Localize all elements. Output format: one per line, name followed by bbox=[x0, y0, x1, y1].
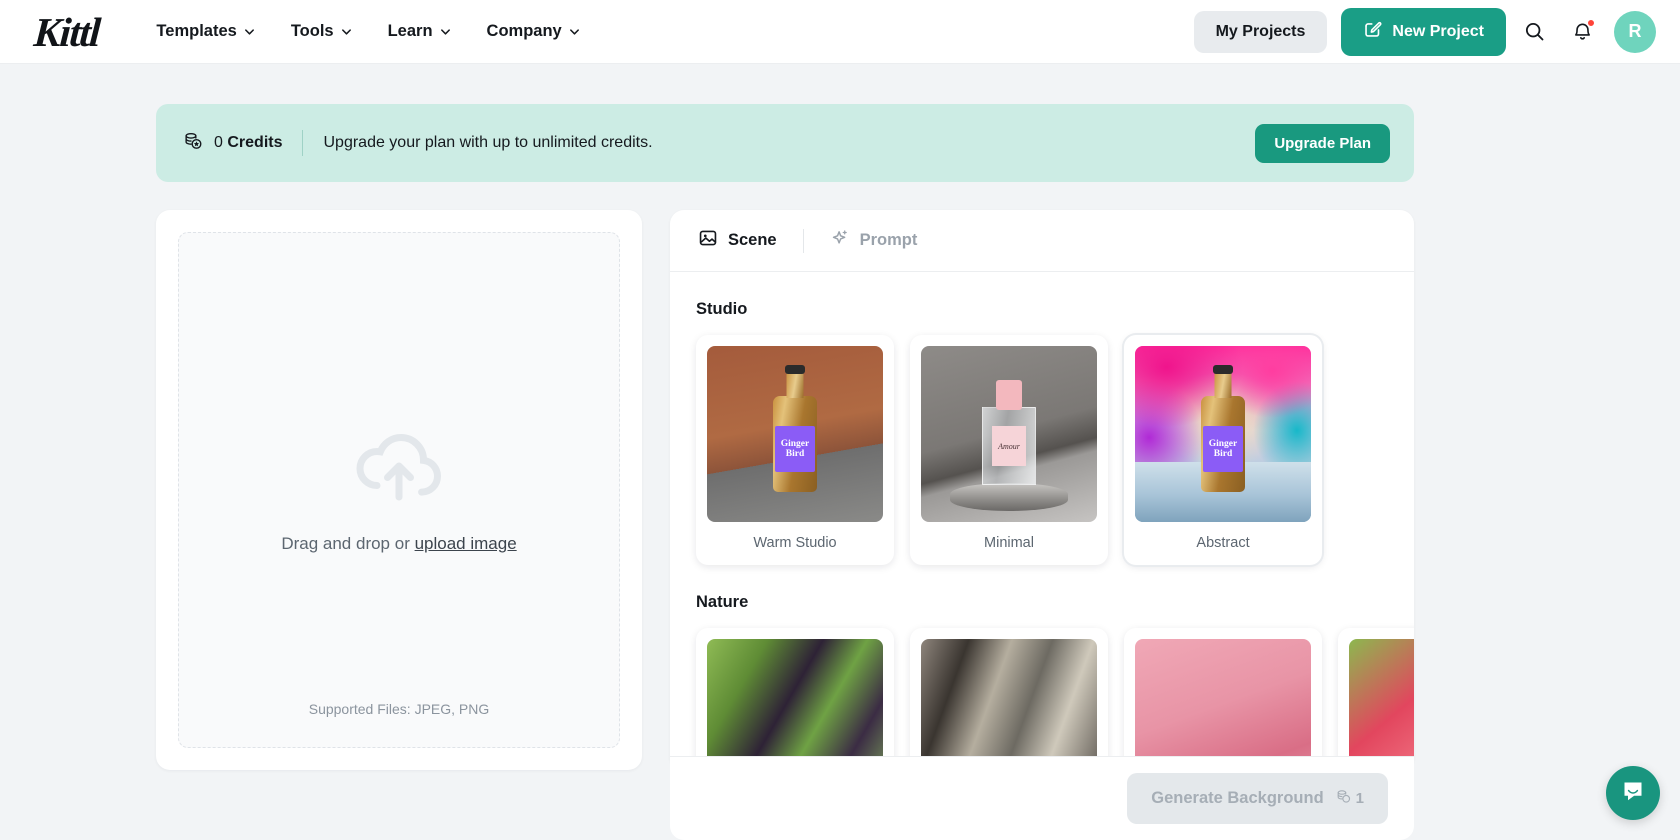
scene-panel: Scene Prompt Studio Ginger Bird Warm Stu… bbox=[670, 210, 1414, 770]
nav-label-company: Company bbox=[486, 22, 562, 40]
supported-files-text: Supported Files: JPEG, PNG bbox=[308, 701, 490, 717]
sparkle-icon bbox=[830, 228, 850, 253]
banner-message: Upgrade your plan with up to unlimited c… bbox=[323, 134, 653, 151]
chevron-down-icon bbox=[440, 26, 451, 37]
section-title-studio: Studio bbox=[696, 300, 748, 318]
generate-background-button[interactable]: Generate Background 1 bbox=[1127, 773, 1388, 824]
nature-card-row bbox=[696, 628, 1414, 770]
credits-count-label: 0 Credits bbox=[214, 134, 283, 151]
scene-thumbnail bbox=[707, 639, 883, 770]
nav-item-templates[interactable]: Templates bbox=[142, 13, 268, 50]
nav-item-learn[interactable]: Learn bbox=[374, 13, 465, 50]
edit-square-icon bbox=[1363, 20, 1382, 44]
tab-divider bbox=[802, 228, 804, 253]
image-dropzone[interactable]: Drag and drop or upload image Supported … bbox=[178, 232, 620, 748]
thumbnail-art: Amour bbox=[921, 346, 1097, 522]
header-actions: My Projects New Project R bbox=[1193, 7, 1656, 56]
dropzone-instruction: Drag and drop or upload image bbox=[281, 534, 516, 554]
generate-credit-cost: 1 bbox=[1335, 788, 1364, 809]
thumbnail-art bbox=[1135, 639, 1311, 770]
thumbnail-art: Ginger Bird bbox=[1135, 346, 1311, 522]
top-navigation-bar: Kittl Templates Tools Learn Company My P… bbox=[0, 0, 1680, 64]
credit-cost-value: 1 bbox=[1355, 790, 1364, 807]
nav-label-templates: Templates bbox=[156, 22, 237, 40]
scene-thumbnail: Amour bbox=[921, 346, 1097, 522]
scene-card-minimal[interactable]: Amour Minimal bbox=[910, 335, 1108, 565]
upload-image-link[interactable]: upload image bbox=[415, 534, 517, 553]
scene-card-label: Minimal bbox=[984, 535, 1034, 551]
scene-card-label: Warm Studio bbox=[753, 535, 837, 551]
banner-divider bbox=[302, 130, 304, 156]
coins-icon bbox=[1335, 788, 1352, 809]
bottle-label: Ginger Bird bbox=[1203, 426, 1243, 473]
perfume-label: Amour bbox=[992, 426, 1026, 467]
tab-scene[interactable]: Scene bbox=[696, 222, 779, 259]
nav-label-tools: Tools bbox=[290, 22, 334, 40]
my-projects-button[interactable]: My Projects bbox=[1193, 10, 1328, 53]
podium-graphic bbox=[950, 483, 1068, 512]
new-project-button[interactable]: New Project bbox=[1341, 7, 1506, 56]
image-icon bbox=[698, 228, 718, 253]
thumbnail-art bbox=[707, 639, 883, 770]
scene-card-nature-1[interactable] bbox=[696, 628, 894, 770]
cloud-upload-icon bbox=[351, 427, 447, 512]
credits-info: 0 Credits bbox=[182, 130, 282, 157]
tab-prompt-label: Prompt bbox=[859, 231, 918, 249]
upload-panel: Drag and drop or upload image Supported … bbox=[156, 210, 642, 770]
scene-thumbnail bbox=[1349, 639, 1414, 770]
chevron-down-icon bbox=[341, 26, 352, 37]
main-nav: Templates Tools Learn Company bbox=[142, 13, 593, 50]
notification-dot bbox=[1587, 18, 1595, 27]
scene-card-nature-4[interactable] bbox=[1338, 628, 1414, 770]
scene-thumbnail bbox=[921, 639, 1097, 770]
tab-scene-label: Scene bbox=[728, 231, 777, 249]
scene-card-nature-2[interactable] bbox=[910, 628, 1108, 770]
chevron-down-icon bbox=[244, 26, 255, 37]
scene-thumbnail bbox=[1135, 639, 1311, 770]
bottle-label: Ginger Bird bbox=[775, 426, 815, 473]
drag-and-drop-text: Drag and drop or bbox=[281, 533, 415, 553]
new-project-label: New Project bbox=[1392, 22, 1484, 40]
scene-card-warm-studio[interactable]: Ginger Bird Warm Studio bbox=[696, 335, 894, 565]
tab-prompt[interactable]: Prompt bbox=[828, 222, 920, 259]
section-title-nature: Nature bbox=[696, 593, 749, 611]
thumbnail-art bbox=[1349, 639, 1414, 770]
bottle-graphic: Ginger Bird bbox=[1201, 396, 1245, 493]
kittl-logo[interactable]: Kittl bbox=[32, 8, 101, 56]
scene-prompt-tabs: Scene Prompt bbox=[670, 210, 1414, 272]
thumbnail-art: Ginger Bird bbox=[707, 346, 883, 522]
nav-item-tools[interactable]: Tools bbox=[277, 13, 366, 50]
search-icon[interactable] bbox=[1514, 12, 1554, 52]
chat-bubble-icon bbox=[1620, 778, 1646, 809]
scene-thumbnail: Ginger Bird bbox=[707, 346, 883, 522]
nav-item-company[interactable]: Company bbox=[473, 13, 594, 50]
scene-card-label: Abstract bbox=[1196, 535, 1250, 551]
scene-list-scroll[interactable]: Studio Ginger Bird Warm Studio Amour Min… bbox=[670, 272, 1414, 770]
chevron-down-icon bbox=[569, 26, 580, 37]
studio-card-row: Ginger Bird Warm Studio Amour Minimal Gi… bbox=[696, 335, 1388, 565]
credits-banner: 0 Credits Upgrade your plan with up to u… bbox=[156, 104, 1414, 182]
scene-card-nature-3[interactable] bbox=[1124, 628, 1322, 770]
scene-thumbnail: Ginger Bird bbox=[1135, 346, 1311, 522]
thumbnail-art bbox=[921, 639, 1097, 770]
scene-card-abstract[interactable]: Ginger Bird Abstract bbox=[1124, 335, 1322, 565]
chat-support-button[interactable] bbox=[1606, 766, 1660, 820]
generate-background-label: Generate Background bbox=[1151, 789, 1324, 807]
nav-label-learn: Learn bbox=[387, 22, 433, 40]
perfume-bottle-graphic: Amour bbox=[982, 407, 1036, 486]
avatar[interactable]: R bbox=[1614, 10, 1656, 53]
upgrade-plan-button[interactable]: Upgrade Plan bbox=[1255, 123, 1390, 163]
bottle-graphic: Ginger Bird bbox=[773, 396, 817, 493]
coins-star-icon bbox=[182, 130, 204, 157]
scene-action-bar: Generate Background 1 bbox=[670, 756, 1414, 840]
bell-icon[interactable] bbox=[1562, 12, 1602, 52]
